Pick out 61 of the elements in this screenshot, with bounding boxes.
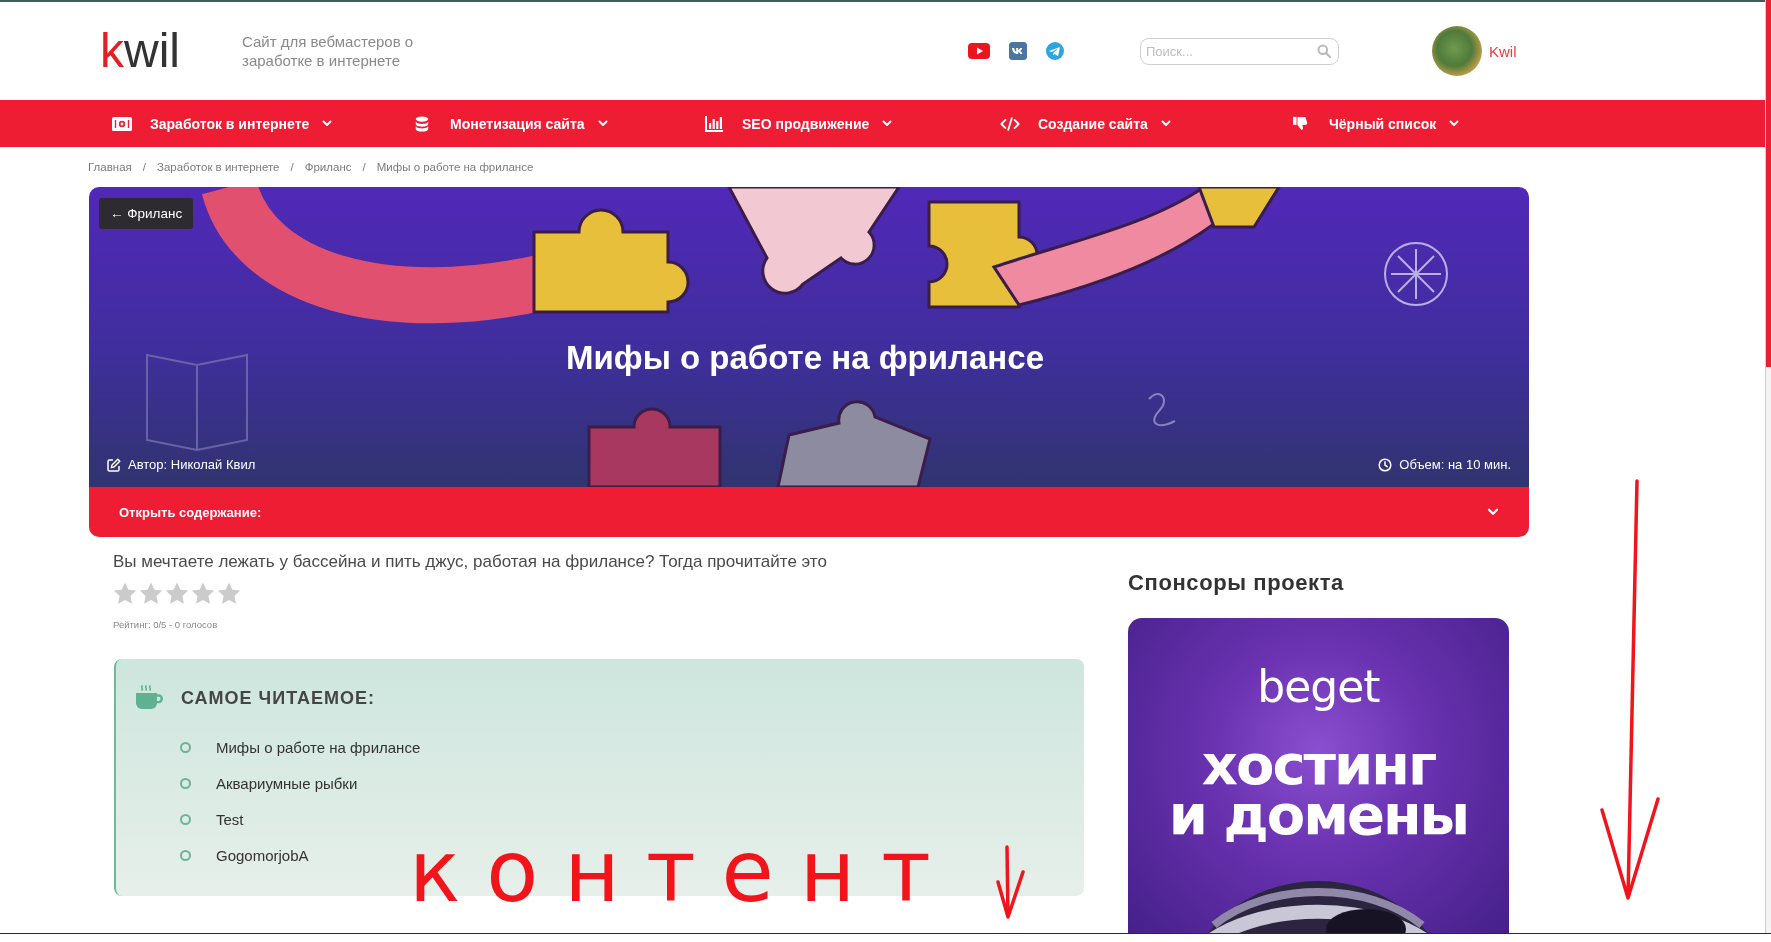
nav-menu-item[interactable]: Чёрный список xyxy=(1291,115,1460,132)
site-logo[interactable]: kwil xyxy=(100,27,180,75)
paper-plane-icon[interactable] xyxy=(1046,42,1064,60)
ad-brand-text: beget xyxy=(1257,662,1380,712)
star-icon[interactable] xyxy=(217,582,241,605)
ad-headline: хостинг и домены xyxy=(1168,740,1469,840)
coffee-cup-icon xyxy=(135,685,163,711)
nav-menu-item[interactable]: Заработок в интернете xyxy=(112,115,333,132)
circle-bullet-icon xyxy=(180,741,191,753)
nav-menu-item[interactable]: SEO продвижение xyxy=(704,115,893,132)
table-of-contents-toggle[interactable]: Открыть содержание: xyxy=(89,487,1529,537)
user-name-link[interactable]: Kwil xyxy=(1489,42,1517,60)
circle-bullet-icon xyxy=(180,777,191,789)
avatar[interactable] xyxy=(1432,26,1482,76)
breadcrumb-separator: / xyxy=(362,161,366,173)
chevron-down-icon xyxy=(1449,120,1460,127)
article-title: Мифы о работе на фрилансе xyxy=(566,338,1044,378)
code-icon xyxy=(1000,115,1020,132)
most-read-link[interactable]: Test xyxy=(216,810,244,828)
chevron-down-icon xyxy=(882,120,893,127)
back-link[interactable]: ← Фриланс xyxy=(99,198,194,229)
breadcrumb-link[interactable]: Заработок в интернете xyxy=(157,161,280,173)
vk-logo-icon[interactable] xyxy=(1009,42,1027,60)
play-button-icon[interactable] xyxy=(968,43,990,59)
breadcrumb-link[interactable]: Фриланс xyxy=(304,161,352,173)
bar-chart-icon xyxy=(704,115,724,132)
breadcrumb-separator: / xyxy=(290,161,294,173)
edit-icon xyxy=(107,457,121,472)
handwritten-annotation: контент xyxy=(409,829,957,914)
breadcrumb-link[interactable]: Главная xyxy=(88,161,132,173)
author-label: Автор: Николай Квил xyxy=(128,457,256,472)
ad-banner[interactable]: beget хостинг и домены xyxy=(1128,618,1509,933)
nav-menu-item[interactable]: Создание сайта xyxy=(1000,115,1171,132)
most-read-link[interactable]: Мифы о работе на фрилансе xyxy=(216,738,421,756)
most-read-link[interactable]: GogomorjobA xyxy=(216,846,309,864)
banknote-icon xyxy=(112,115,132,132)
chevron-down-icon xyxy=(597,120,608,127)
most-read-heading: САМОЕ ЧИТАЕМОЕ: xyxy=(181,687,375,710)
circle-bullet-icon xyxy=(180,813,191,825)
scrollbar-thumb[interactable] xyxy=(1766,0,1771,367)
search-icon[interactable] xyxy=(1317,43,1331,58)
scrollbar[interactable] xyxy=(1765,0,1771,933)
breadcrumb-separator: / xyxy=(142,161,146,173)
most-read-link[interactable]: Аквариумные рыбки xyxy=(216,774,358,792)
nav-menu-item[interactable]: Монетизация сайта xyxy=(412,115,608,132)
star-icon[interactable] xyxy=(191,582,215,605)
lead-text: Вы мечтаете лежать у бассейна и пить джус, работая на фрилансе? Тогда прочитайте это xyxy=(113,551,827,573)
rating-summary: Рейтинг: 0/5 - 0 голосов xyxy=(113,619,218,631)
star-icon[interactable] xyxy=(165,582,189,605)
sidebar-heading: Спонсоры проекта xyxy=(1128,570,1344,596)
chevron-down-icon xyxy=(322,120,333,127)
search-field[interactable]: Поиск... xyxy=(1140,37,1339,65)
site-tagline: Сайт для вебмастеров о заработке в интернете xyxy=(242,32,415,70)
star-rating[interactable] xyxy=(113,582,241,605)
star-icon[interactable] xyxy=(139,582,163,605)
reading-time-label: Объем: на 10 мин. xyxy=(1399,457,1511,472)
star-icon[interactable] xyxy=(113,582,137,605)
chevron-down-icon xyxy=(1160,120,1171,127)
breadcrumb-link[interactable]: Мифы о работе на фрилансе xyxy=(376,161,534,173)
circle-bullet-icon xyxy=(180,849,191,861)
clock-icon xyxy=(1378,457,1393,472)
